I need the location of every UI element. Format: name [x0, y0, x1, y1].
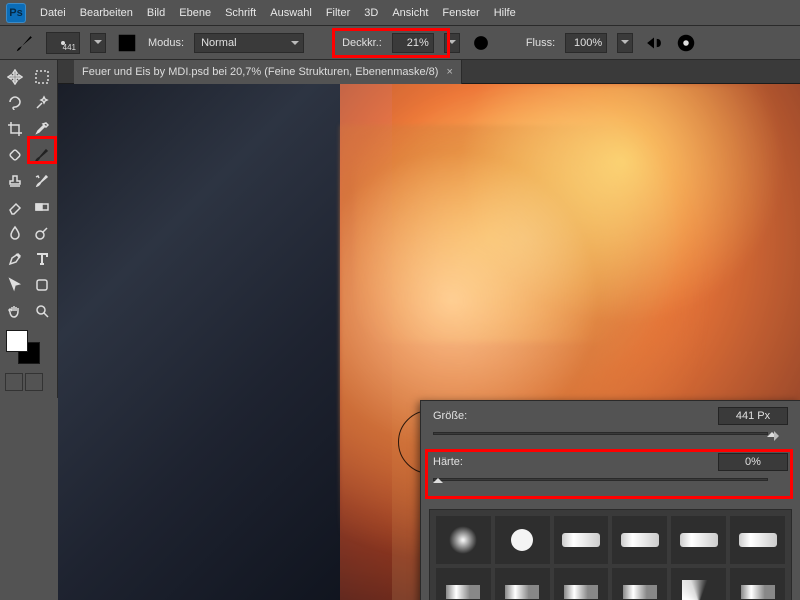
menu-item[interactable]: 3D — [364, 7, 378, 19]
eraser-tool[interactable] — [3, 195, 28, 219]
brush-preset[interactable] — [730, 568, 785, 600]
flow-dropdown[interactable] — [617, 33, 633, 53]
marquee-tool[interactable] — [30, 65, 55, 89]
pen-tool[interactable] — [3, 247, 28, 271]
shape-tool[interactable] — [30, 273, 55, 297]
zoom-tool[interactable] — [30, 299, 55, 323]
brush-size-readout: 441 — [63, 43, 76, 52]
gradient-tool[interactable] — [30, 195, 55, 219]
opacity-label: Deckkr.: — [342, 37, 382, 49]
brush-preset[interactable] — [554, 568, 609, 600]
type-tool[interactable] — [30, 247, 55, 271]
lasso-tool[interactable] — [3, 91, 28, 115]
screenmode-icon[interactable] — [25, 373, 43, 391]
tablet-size-icon[interactable] — [675, 32, 697, 54]
path-select-tool[interactable] — [3, 273, 28, 297]
document-tab[interactable]: Feuer und Eis by MDI.psd bei 20,7% (Fein… — [74, 60, 462, 84]
foreground-color[interactable] — [6, 330, 28, 352]
brush-size-label: Größe: — [433, 410, 487, 422]
blur-tool[interactable] — [3, 221, 28, 245]
menu-item[interactable]: Ebene — [179, 7, 211, 19]
menu-bar: Ps Datei Bearbeiten Bild Ebene Schrift A… — [0, 0, 800, 26]
brush-preset-dropdown[interactable] — [90, 33, 106, 53]
wand-tool[interactable] — [30, 91, 55, 115]
brush-preset[interactable] — [730, 516, 785, 564]
history-brush-tool[interactable] — [30, 169, 55, 193]
flow-field[interactable]: 100% — [565, 33, 607, 53]
options-bar: 441 Modus: Normal Deckkr.: 21% Fluss: 10… — [0, 26, 800, 60]
brush-preset[interactable] — [612, 568, 667, 600]
brush-preset-panel: Größe: 441 Px Härte: 0% — [420, 400, 800, 600]
brush-panel-toggle-icon[interactable] — [116, 32, 138, 54]
menu-item[interactable]: Auswahl — [270, 7, 312, 19]
brush-preset[interactable] — [671, 516, 726, 564]
crop-tool[interactable] — [3, 117, 28, 141]
menu-item[interactable]: Hilfe — [494, 7, 516, 19]
brush-hardness-slider[interactable] — [433, 475, 788, 487]
menu-item[interactable]: Fenster — [442, 7, 479, 19]
brush-preset[interactable] — [436, 568, 491, 600]
dodge-tool[interactable] — [30, 221, 55, 245]
menu-item[interactable]: Filter — [326, 7, 350, 19]
brush-preset[interactable] — [671, 568, 726, 600]
close-icon[interactable]: × — [446, 66, 452, 78]
brush-preset[interactable] — [495, 568, 550, 600]
brush-hardness-field[interactable]: 0% — [718, 453, 788, 471]
brush-tool[interactable] — [30, 143, 55, 167]
app-logo: Ps — [6, 3, 26, 23]
stamp-tool[interactable] — [3, 169, 28, 193]
brush-tool-icon — [14, 32, 36, 54]
quickmask-icon[interactable] — [5, 373, 23, 391]
brush-preset-grid[interactable] — [429, 509, 792, 600]
brush-hardness-label: Härte: — [433, 456, 487, 468]
opacity-dropdown[interactable] — [444, 33, 460, 53]
menu-item[interactable]: Ansicht — [392, 7, 428, 19]
move-tool[interactable] — [3, 65, 28, 89]
chevron-right-icon[interactable] — [774, 431, 784, 441]
tablet-opacity-icon[interactable] — [470, 32, 492, 54]
eyedropper-tool[interactable] — [30, 117, 55, 141]
airbrush-icon[interactable] — [643, 32, 665, 54]
flow-label: Fluss: — [526, 37, 555, 49]
color-swatches[interactable] — [6, 330, 40, 364]
brush-preset[interactable] — [495, 516, 550, 564]
opacity-field[interactable]: 21% — [392, 33, 434, 53]
document-title: Feuer und Eis by MDI.psd bei 20,7% (Fein… — [82, 66, 438, 78]
menu-item[interactable]: Schrift — [225, 7, 256, 19]
toolbox — [0, 60, 58, 398]
menu-item[interactable]: Bild — [147, 7, 165, 19]
hand-tool[interactable] — [3, 299, 28, 323]
brush-preset-picker[interactable]: 441 — [46, 32, 80, 54]
brush-preset[interactable] — [612, 516, 667, 564]
brush-size-field[interactable]: 441 Px — [718, 407, 788, 425]
heal-tool[interactable] — [3, 143, 28, 167]
brush-size-slider[interactable] — [433, 429, 788, 441]
toolbox-mode-buttons — [2, 370, 55, 394]
brush-preset[interactable] — [436, 516, 491, 564]
blend-mode-select[interactable]: Normal — [194, 33, 304, 53]
canvas[interactable]: Größe: 441 Px Härte: 0% — [58, 84, 800, 600]
document-tab-bar: Feuer und Eis by MDI.psd bei 20,7% (Fein… — [0, 60, 800, 84]
blend-mode-label: Modus: — [148, 37, 184, 49]
brush-preset[interactable] — [554, 516, 609, 564]
menu-item[interactable]: Datei — [40, 7, 66, 19]
menu-item[interactable]: Bearbeiten — [80, 7, 133, 19]
